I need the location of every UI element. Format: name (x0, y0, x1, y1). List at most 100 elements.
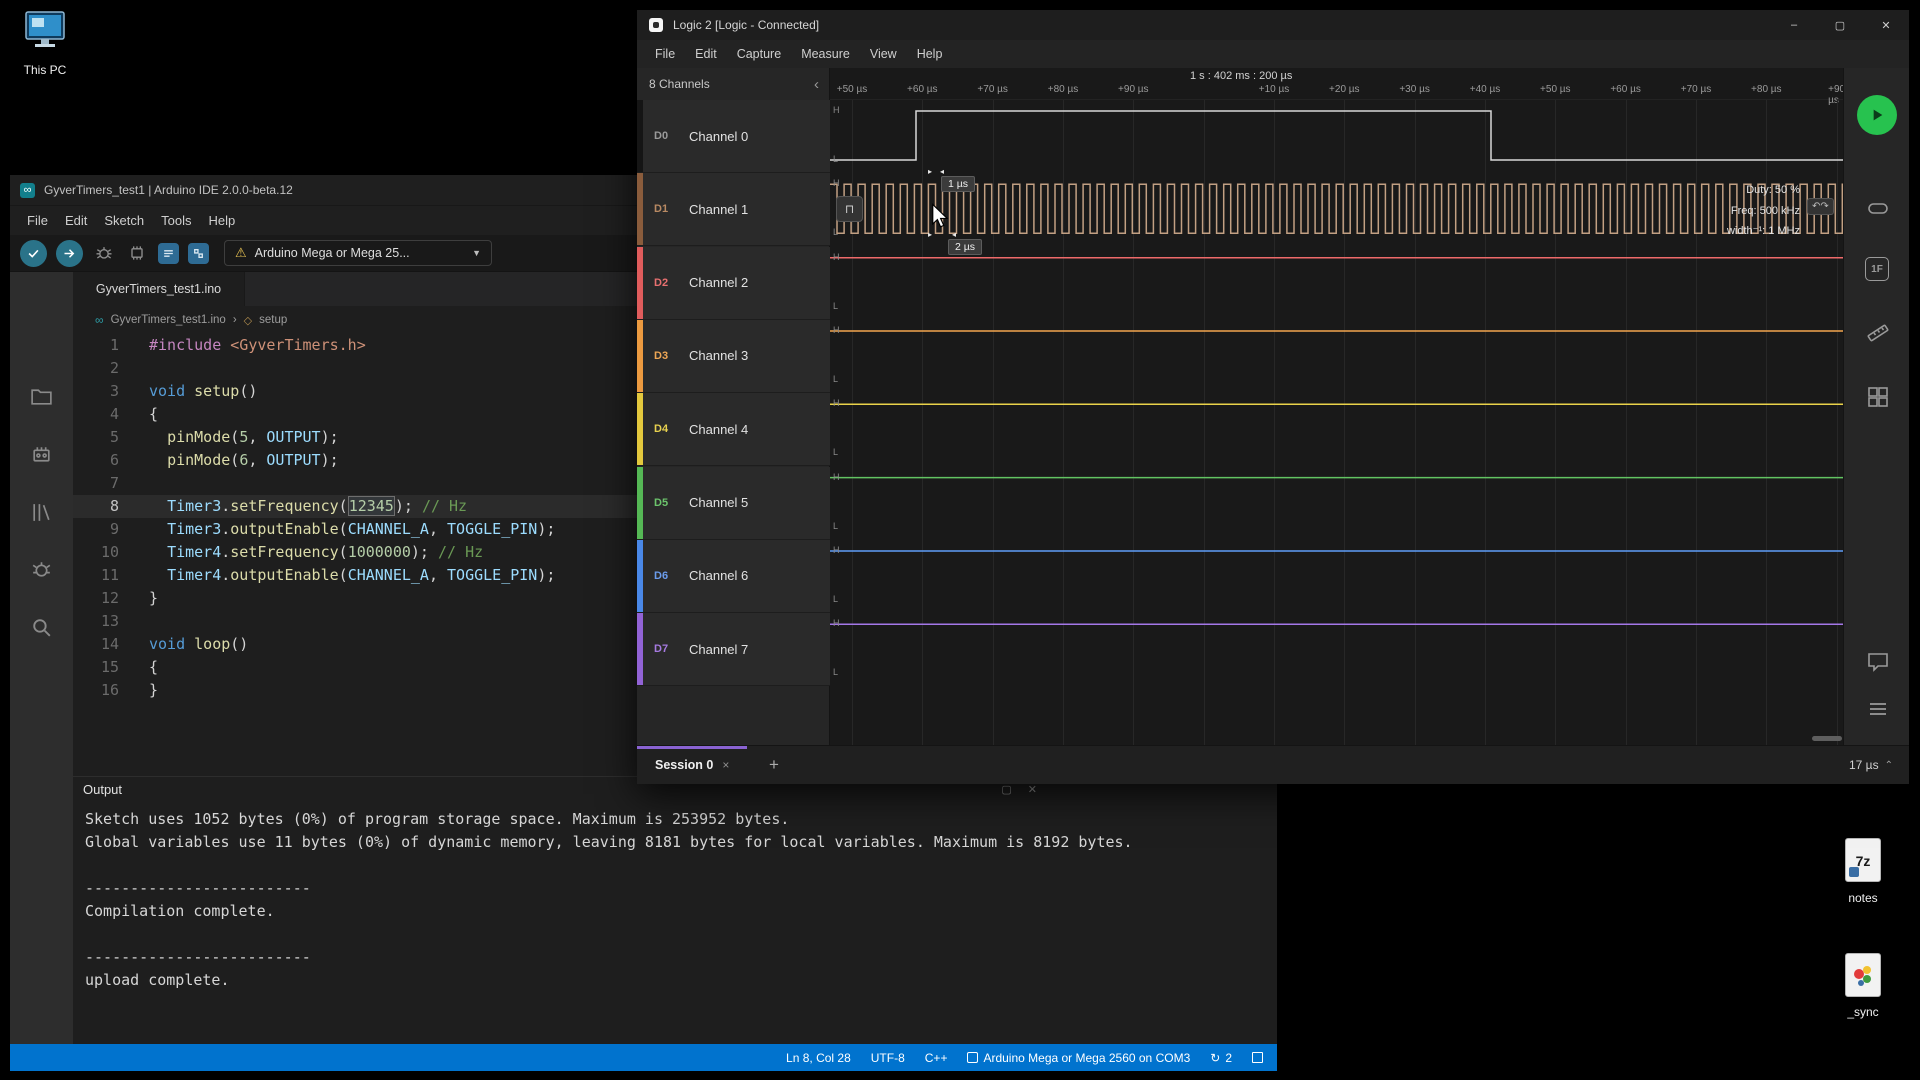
tick-label: +90 µs (1118, 84, 1149, 95)
menu-capture[interactable]: Capture (737, 47, 781, 61)
maximize-panel-icon[interactable]: ▢ (1001, 783, 1011, 796)
channels-count-label: 8 Channels (649, 77, 710, 91)
sidebar-item-sketchbook[interactable] (29, 384, 54, 414)
waveform-area[interactable]: 1 s : 402 ms : 200 µs +50 µs+60 µs+70 µs… (830, 68, 1843, 745)
language-indicator[interactable]: C++ (925, 1051, 948, 1065)
channel-row-d2[interactable]: D2Channel 2 (637, 247, 830, 320)
output-line: ------------------------- (85, 946, 1277, 969)
logic-app-icon (649, 18, 663, 32)
line-number: 16 (73, 679, 119, 702)
annotation-actions-chip[interactable]: ↶↷ (1807, 198, 1834, 215)
output-line: Sketch uses 1052 bytes (0%) of program s… (85, 808, 1277, 831)
tick-label: +60 µs (1610, 84, 1641, 95)
upload-button[interactable] (56, 240, 83, 267)
comments-button[interactable] (1866, 650, 1890, 679)
menu-sketch[interactable]: Sketch (104, 213, 144, 228)
code-text: } (149, 587, 158, 610)
desktop-icon-this-pc[interactable]: This PC (6, 8, 84, 77)
channel-row-d7[interactable]: D7Channel 7 (637, 613, 830, 686)
trigger-1f-button[interactable]: 1F (1865, 257, 1889, 281)
panel-toggle-button[interactable] (1252, 1052, 1263, 1063)
timeline-ruler[interactable]: 1 s : 402 ms : 200 µs +50 µs+60 µs+70 µs… (830, 68, 1843, 100)
notifications-indicator[interactable]: ↻ 2 (1210, 1051, 1232, 1065)
debug-button[interactable] (92, 241, 116, 265)
channel-row-d3[interactable]: D3Channel 3 (637, 320, 830, 393)
line-number: 15 (73, 656, 119, 679)
minimize-button[interactable]: – (1771, 10, 1817, 40)
logic-titlebar[interactable]: Logic 2 [Logic - Connected] – ▢ ✕ (637, 10, 1909, 40)
desktop-icon-label: This PC (6, 63, 84, 77)
tick-label: +70 µs (977, 84, 1008, 95)
close-panel-icon[interactable]: ✕ (1028, 783, 1037, 796)
board-port-indicator[interactable]: Arduino Mega or Mega 2560 on COM3 (967, 1051, 1190, 1065)
tooltip-duty: Duty: 50 % (1727, 180, 1800, 201)
measure-button[interactable] (1866, 321, 1890, 350)
verify-button[interactable] (20, 240, 47, 267)
channel-name: Channel 1 (689, 202, 748, 217)
breadcrumb-file: GyverTimers_test1.ino (111, 314, 226, 326)
menu-help[interactable]: Help (917, 47, 943, 61)
close-session-icon[interactable]: × (722, 758, 729, 772)
waveform-trace-0 (830, 111, 1843, 160)
measurement-tool-chip[interactable]: ⊓ (836, 196, 863, 222)
analyzers-button[interactable] (1866, 385, 1890, 414)
sidebar-item-search[interactable] (29, 615, 54, 645)
sync-file-icon (1845, 953, 1881, 997)
desktop: This PC 7z notes _sync ∞ GyverTimers_tes… (0, 0, 1920, 1080)
channel-row-d5[interactable]: D5Channel 5 (637, 467, 830, 540)
channel-row-d6[interactable]: D6Channel 6 (637, 540, 830, 613)
measurement-label-1us[interactable]: 1 µs (941, 176, 975, 192)
panels-icon (1866, 385, 1890, 409)
encoding-indicator[interactable]: UTF-8 (871, 1051, 905, 1065)
arduino-window-title: GyverTimers_test1 | Arduino IDE 2.0.0-be… (44, 183, 293, 197)
channel-color-strip (637, 100, 643, 172)
arduino-activity-bar (10, 272, 73, 1044)
menu-view[interactable]: View (870, 47, 897, 61)
board-selector[interactable]: ⚠ Arduino Mega or Mega 25... ▼ (224, 240, 492, 266)
menu-help[interactable]: Help (208, 213, 235, 228)
maximize-button[interactable]: ▢ (1817, 10, 1863, 40)
session-tab[interactable]: Session 0 × (637, 746, 755, 784)
main-menu-button[interactable] (1866, 697, 1890, 726)
channel-row-d4[interactable]: D4Channel 4 (637, 393, 830, 466)
device-settings-button[interactable] (1866, 196, 1890, 225)
sidebar-item-boards-manager[interactable] (29, 442, 54, 472)
channel-name: Channel 5 (689, 495, 748, 510)
desktop-icon-sync[interactable]: _sync (1824, 953, 1902, 1019)
sketch-action-button-2[interactable] (188, 243, 209, 264)
line-number: 2 (73, 357, 119, 380)
code-text: Timer4.setFrequency(1000000); // Hz (149, 541, 483, 564)
cursor-position[interactable]: Ln 8, Col 28 (786, 1051, 851, 1065)
menu-file[interactable]: File (655, 47, 675, 61)
sidebar-item-library-manager[interactable] (29, 500, 54, 530)
channel-row-d0[interactable]: D0Channel 0 (637, 100, 830, 173)
start-capture-button[interactable] (1857, 95, 1897, 135)
add-session-button[interactable]: + (769, 755, 779, 775)
close-button[interactable]: ✕ (1863, 10, 1909, 40)
menu-edit[interactable]: Edit (65, 213, 87, 228)
channel-row-d1[interactable]: D1Channel 1 (637, 173, 830, 246)
desktop-icon-notes[interactable]: 7z notes (1824, 838, 1902, 905)
board-info-button[interactable] (125, 241, 149, 265)
menu-tools[interactable]: Tools (161, 213, 191, 228)
zoom-level-control[interactable]: 17 µs ⌃ (1849, 758, 1909, 772)
symbol-icon: ◇ (244, 314, 252, 327)
line-number: 6 (73, 449, 119, 472)
horizontal-scrollbar-thumb[interactable] (1812, 736, 1842, 741)
sidebar-item-debug[interactable] (29, 557, 54, 587)
channels-header: 8 Channels ‹ (637, 68, 829, 100)
channel-color-strip (637, 247, 643, 319)
tab-sketch-file[interactable]: GyverTimers_test1.ino (73, 272, 245, 306)
notifications-count: 2 (1225, 1051, 1232, 1065)
collapse-panel-icon[interactable]: ‹ (814, 76, 819, 93)
sketch-action-button-1[interactable] (158, 243, 179, 264)
channel-id: D6 (654, 570, 668, 582)
menu-edit[interactable]: Edit (695, 47, 717, 61)
measurement-label-2us[interactable]: 2 µs (948, 239, 982, 255)
logic-sidebar: 1F (1843, 68, 1909, 745)
chip-icon (127, 243, 147, 263)
square-wave-icon: ⊓ (845, 202, 854, 216)
menu-measure[interactable]: Measure (801, 47, 850, 61)
menu-file[interactable]: File (27, 213, 48, 228)
code-text: Timer3.setFrequency(12345); // Hz (149, 495, 467, 518)
